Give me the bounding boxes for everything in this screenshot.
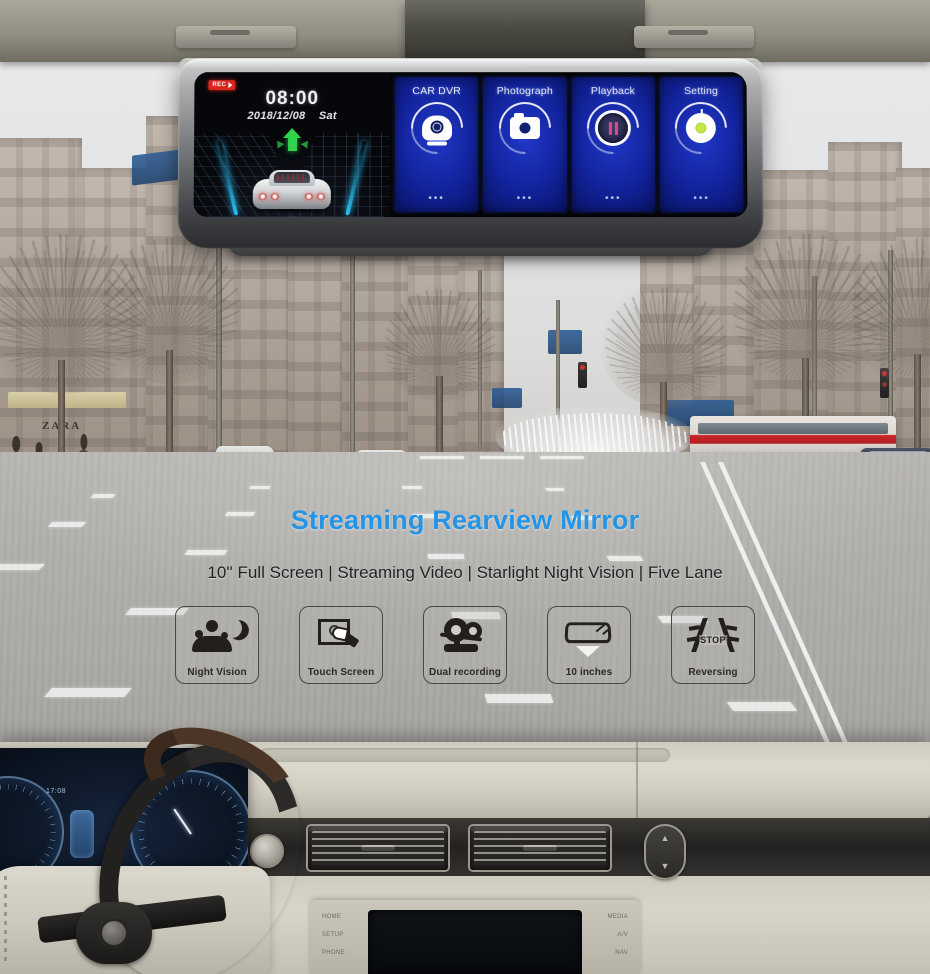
dashcam-live-pane[interactable]: REC 08:00 2018/12/08 Sat xyxy=(193,72,391,218)
feature-label: Reversing xyxy=(688,667,738,678)
menu-tile-photograph[interactable]: Photograph ••• xyxy=(483,77,567,213)
feature-label: Dual recording xyxy=(429,667,501,678)
pause-icon xyxy=(576,91,650,165)
product-banner: ZARA xyxy=(0,0,930,974)
mirror-bezel: REC 08:00 2018/12/08 Sat CAR DVR ••• Pho… xyxy=(177,58,764,249)
direction-arrows xyxy=(194,134,390,152)
feature-label: 10 inches xyxy=(565,667,613,678)
tile-dots: ••• xyxy=(604,193,622,205)
infotainment-screen[interactable] xyxy=(368,910,582,974)
webcam-icon xyxy=(399,91,474,165)
tile-dots: ••• xyxy=(516,193,534,205)
feature-badge-10-inches[interactable]: 10 inches xyxy=(547,606,631,684)
touch-screen-icon xyxy=(314,618,368,656)
camera-icon xyxy=(488,91,562,165)
mirror-touchscreen[interactable]: REC 08:00 2018/12/08 Sat CAR DVR ••• Pho… xyxy=(193,72,748,218)
air-vent-right xyxy=(470,826,610,870)
clock-time: 08:00 xyxy=(265,88,320,110)
tile-dots: ••• xyxy=(428,193,445,205)
feature-label: Touch Screen xyxy=(307,667,375,678)
chevron-right-icon xyxy=(300,137,311,149)
feature-badge-touch-screen[interactable]: Touch Screen xyxy=(299,606,383,684)
menu-tile-setting[interactable]: Setting ••• xyxy=(659,77,744,213)
rearview-mirror-device[interactable]: REC 08:00 2018/12/08 Sat CAR DVR ••• Pho… xyxy=(177,58,764,256)
nav-button[interactable]: NAV xyxy=(607,950,628,956)
audio-video-button[interactable]: A/V xyxy=(607,932,628,938)
night-vision-icon xyxy=(190,618,244,656)
tile-label: Photograph xyxy=(496,85,553,98)
page-title: Streaming Rearview Mirror xyxy=(290,505,640,535)
arrow-up-icon xyxy=(287,135,297,151)
storefront-awning xyxy=(8,392,126,408)
weekday-value: Sat xyxy=(318,110,337,123)
sun-visor-left xyxy=(176,26,296,48)
clock-date: 2018/12/08 Sat xyxy=(194,110,390,122)
menu-tile-playback[interactable]: Playback ••• xyxy=(571,77,656,213)
stop-label: STOP xyxy=(699,635,727,645)
gear-icon xyxy=(664,91,738,165)
infotainment-unit[interactable]: HOME SETUP PHONE MEDIA A/V NAV xyxy=(310,900,640,974)
page-subtitle: 10'' Full Screen | Streaming Video | Sta… xyxy=(207,563,723,582)
feature-badge-night-vision[interactable]: Night Vision xyxy=(175,606,259,684)
tile-label: CAR DVR xyxy=(412,85,461,98)
steering-wheel xyxy=(28,707,358,974)
chevron-left-icon xyxy=(273,137,284,149)
menu-tile-car-dvr[interactable]: CAR DVR ••• xyxy=(394,77,479,213)
feature-label: Night Vision xyxy=(187,667,247,678)
steering-wheel-controls[interactable] xyxy=(76,902,152,964)
feature-badge-dual-recording[interactable]: Dual recording xyxy=(423,606,507,684)
sun-visor-right xyxy=(634,26,754,48)
hazard-toggle[interactable]: ▲ ▼ xyxy=(644,824,686,880)
car-rear-icon xyxy=(247,161,337,214)
date-value: 2018/12/08 xyxy=(247,110,306,123)
feature-badge-reversing[interactable]: STOP Reversing xyxy=(671,606,755,684)
menu-tile-list: CAR DVR ••• Photograph ••• Playback ••• … xyxy=(390,72,748,217)
dual-camera-icon xyxy=(438,618,492,656)
media-button[interactable]: MEDIA xyxy=(607,914,628,920)
chevron-up-icon: ▲ xyxy=(660,833,670,843)
mirror-size-icon xyxy=(562,618,616,657)
tile-label: Setting xyxy=(683,85,719,98)
tile-label: Playback xyxy=(590,85,636,98)
feature-badge-list: Night Vision Touch Screen Dual recording… xyxy=(0,606,930,684)
tile-dots: ••• xyxy=(693,193,710,205)
reversing-stop-icon: STOP xyxy=(686,618,740,656)
traffic-light xyxy=(578,362,587,388)
chevron-down-icon: ▼ xyxy=(660,861,670,871)
